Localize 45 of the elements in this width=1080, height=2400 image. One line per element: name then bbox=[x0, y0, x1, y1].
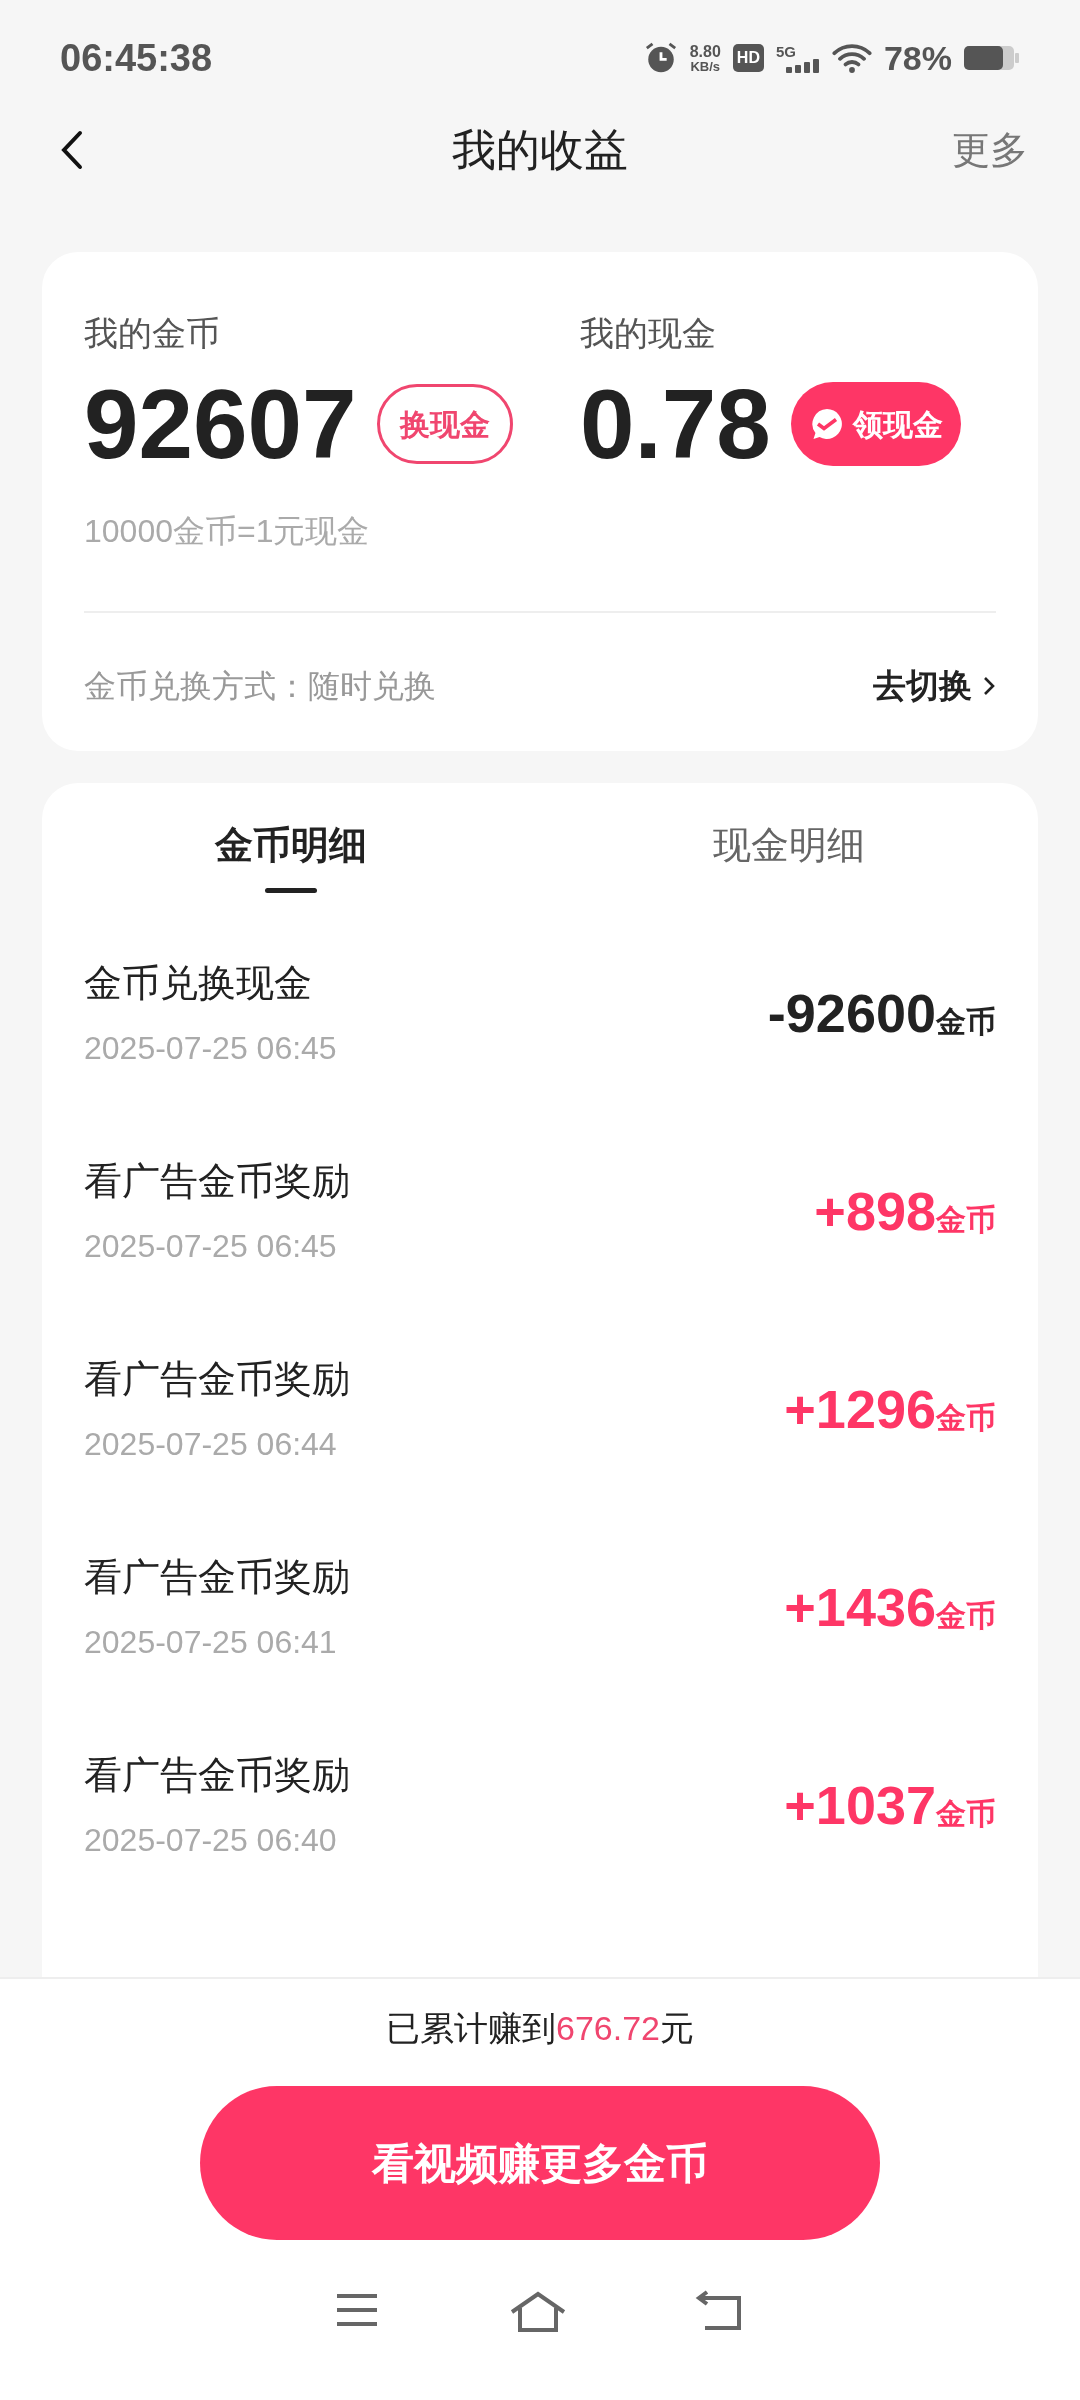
record-time: 2025-07-25 06:44 bbox=[84, 1425, 338, 1464]
record-time: 2025-07-25 06:45 bbox=[84, 1029, 337, 1068]
record-unit: 金币 bbox=[936, 1797, 996, 1832]
cash-label: 我的现金 bbox=[580, 313, 716, 354]
record-unit: 金币 bbox=[936, 1203, 996, 1238]
record-title: 看广告金币奖励 bbox=[84, 1357, 350, 1402]
cash-value: 0.78 bbox=[580, 375, 771, 473]
exchange-button[interactable]: 换现金 bbox=[376, 384, 513, 464]
network-type: 5G bbox=[775, 43, 797, 59]
earned-total: 已累计赚到676.72元 bbox=[386, 2008, 694, 2049]
record-amount: -92600 bbox=[767, 982, 936, 1045]
battery-percent: 78% bbox=[883, 37, 952, 79]
record-amount: +1037 bbox=[784, 1774, 936, 1837]
alarm-icon bbox=[643, 41, 678, 75]
tab[interactable]: 金币明细 bbox=[42, 816, 540, 893]
record-title: 看广告金币奖励 bbox=[84, 1753, 350, 1798]
battery-icon bbox=[964, 44, 1020, 72]
record-unit: 金币 bbox=[936, 1401, 996, 1436]
status-time: 06:45:38 bbox=[60, 35, 213, 81]
record-amount: +1296 bbox=[784, 1378, 936, 1441]
exchange-method: 金币兑换方式：随时兑换 bbox=[84, 666, 436, 706]
record-title: 金币兑换现金 bbox=[84, 961, 313, 1006]
record-unit: 金币 bbox=[936, 1599, 996, 1634]
record-amount: +1436 bbox=[784, 1576, 936, 1639]
record-unit: 金币 bbox=[936, 1005, 996, 1040]
record-title: 看广告金币奖励 bbox=[84, 1555, 350, 1600]
more-button[interactable]: 更多 bbox=[952, 121, 1028, 179]
wifi-icon bbox=[831, 42, 872, 74]
home-icon[interactable] bbox=[508, 2290, 568, 2334]
exchange-rate: 10000金币=1元现金 bbox=[84, 512, 370, 551]
record-time: 2025-07-25 06:41 bbox=[84, 1623, 338, 1662]
page-title: 我的收益 bbox=[452, 124, 628, 176]
record-title: 看广告金币奖励 bbox=[84, 1159, 350, 1204]
record-time: 2025-07-25 06:45 bbox=[84, 1227, 338, 1266]
net-unit: KB/s bbox=[690, 59, 721, 73]
tab[interactable]: 现金明细 bbox=[540, 816, 1038, 893]
coins-label: 我的金币 bbox=[84, 313, 220, 354]
record-amount: +898 bbox=[814, 1180, 936, 1243]
net-speed: 8.80 bbox=[689, 43, 721, 60]
switch-link[interactable]: 去切换 bbox=[873, 661, 996, 711]
hd-badge: HD bbox=[732, 44, 764, 72]
watch-video-button[interactable]: 看视频赚更多金币 bbox=[200, 2086, 880, 2240]
withdraw-button[interactable]: 领现金 bbox=[790, 382, 961, 466]
record-time: 2025-07-25 06:40 bbox=[84, 1821, 338, 1860]
coins-value: 92607 bbox=[84, 375, 357, 473]
